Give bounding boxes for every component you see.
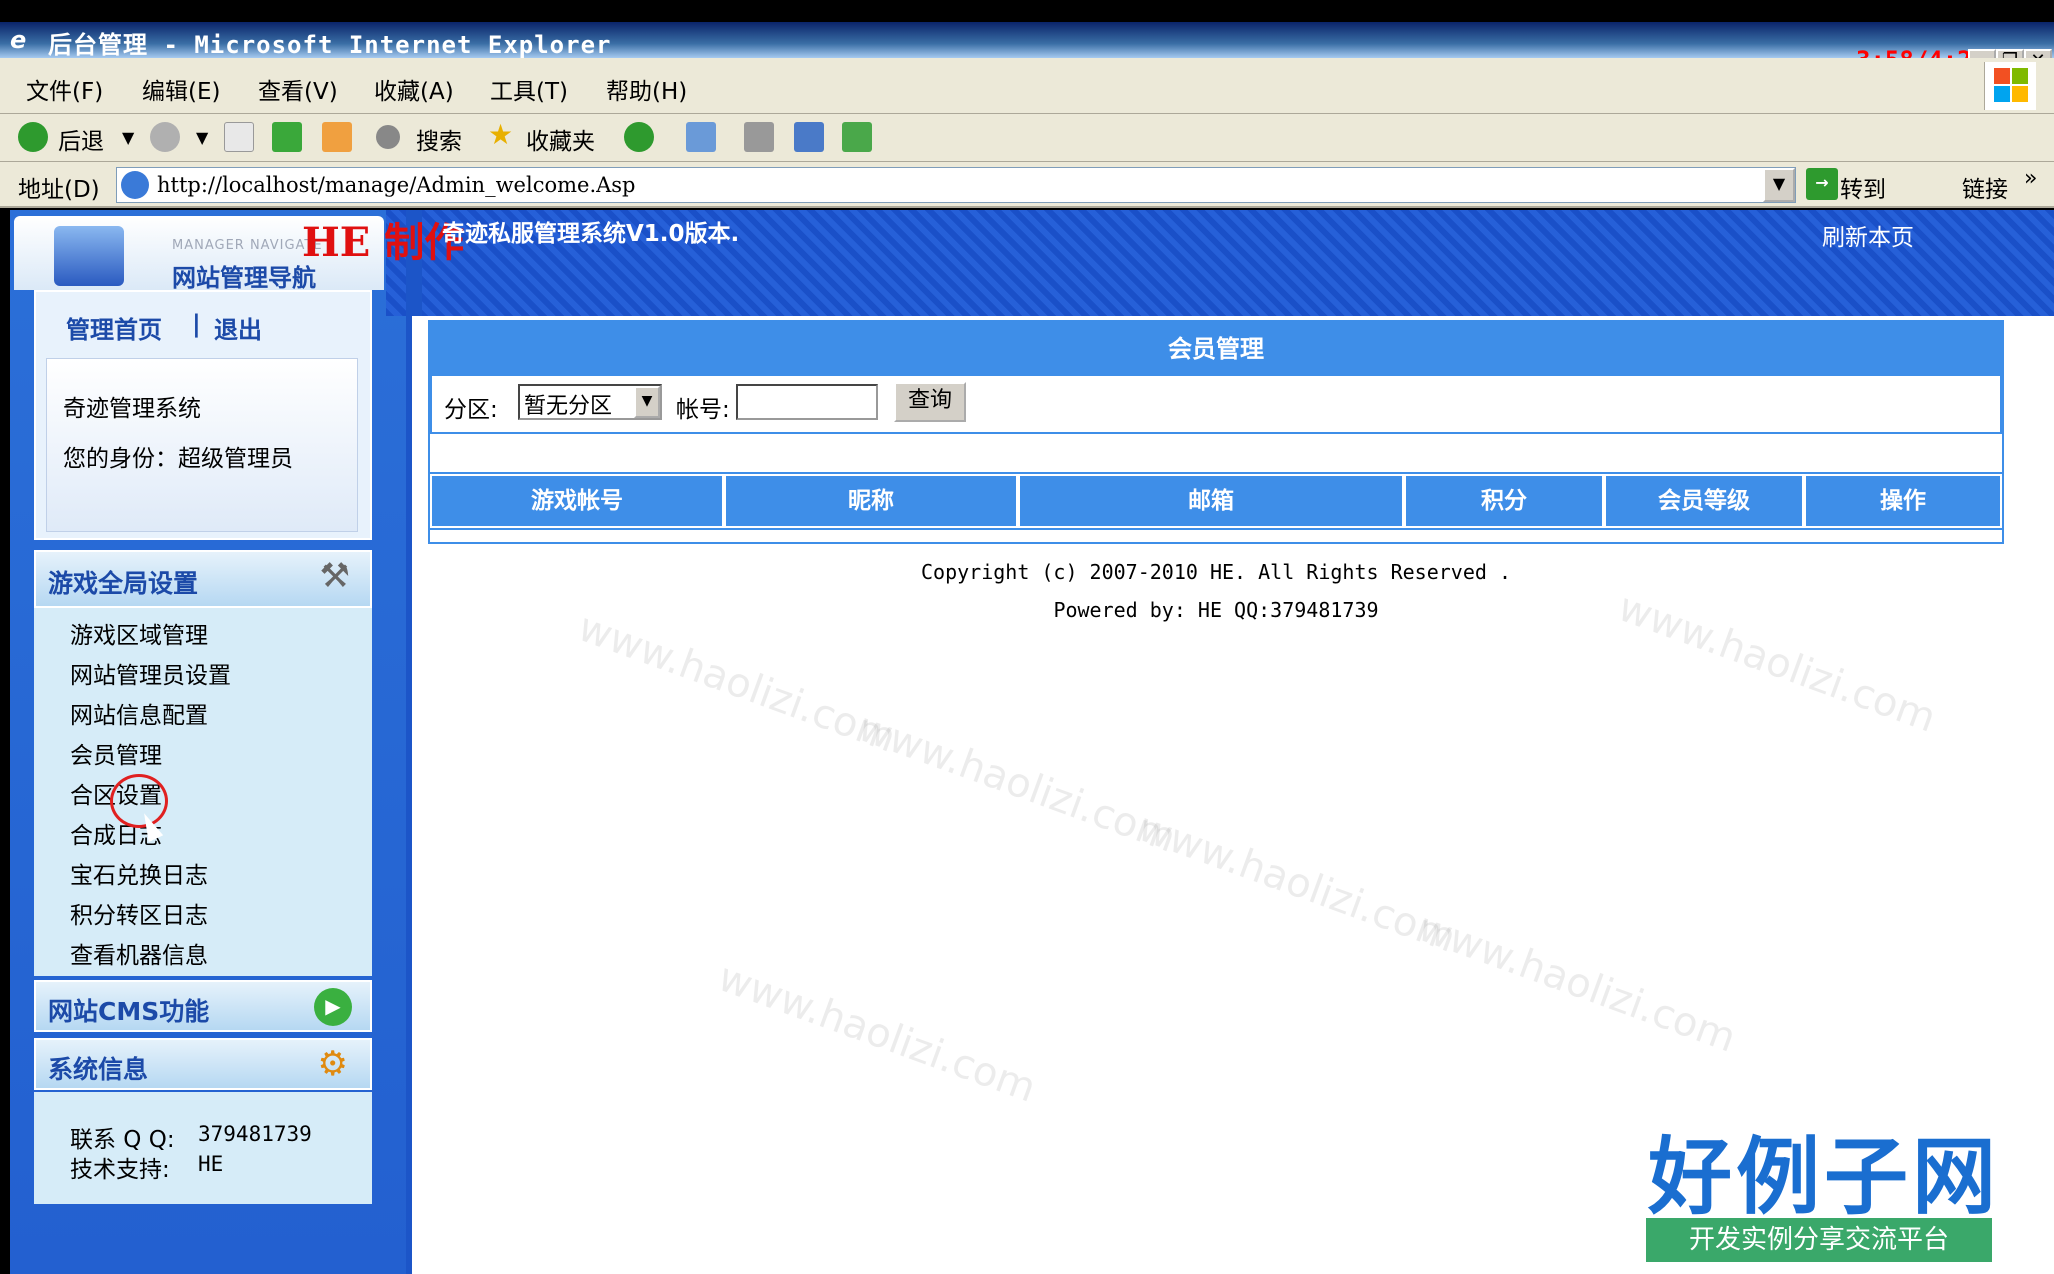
- nav-item-admin-settings[interactable]: 网站管理员设置: [70, 656, 231, 690]
- search-button[interactable]: 搜索: [416, 122, 462, 156]
- separator: |: [192, 310, 201, 338]
- computer-icon: [54, 226, 124, 286]
- address-label: 地址(D): [18, 177, 100, 203]
- address-input[interactable]: http://localhost/manage/Admin_welcome.As…: [116, 167, 1796, 203]
- star-icon[interactable]: ★: [488, 118, 513, 151]
- col-points: 积分: [1404, 474, 1604, 528]
- he-overlay: HE 制作: [302, 219, 465, 266]
- forward-arrow-icon[interactable]: [150, 122, 180, 152]
- qq-value: 379481739: [198, 1122, 312, 1146]
- mail-icon[interactable]: [686, 122, 716, 152]
- account-label: 帐号:: [676, 397, 730, 423]
- col-email: 邮箱: [1018, 474, 1404, 528]
- nav-item-zone-manage[interactable]: 游戏区域管理: [70, 616, 208, 650]
- search-icon[interactable]: [376, 125, 400, 149]
- nav-item-points-transfer-log[interactable]: 积分转区日志: [70, 896, 208, 930]
- nav-item-member-manage[interactable]: 会员管理: [70, 736, 162, 770]
- qq-label: 联系 Q Q:: [70, 1127, 175, 1153]
- gear-icon: ⚙: [317, 1044, 348, 1084]
- home-icon[interactable]: [322, 122, 352, 152]
- back-arrow-icon[interactable]: [18, 122, 48, 152]
- back-dropdown-icon[interactable]: ▼: [122, 128, 134, 147]
- back-button[interactable]: 后退: [58, 122, 104, 156]
- nav-subtitle: MANAGER NAVIGATE: [172, 238, 323, 253]
- edit-icon[interactable]: [794, 122, 824, 152]
- menu-view[interactable]: 查看(V): [258, 72, 338, 106]
- print-icon[interactable]: [744, 122, 774, 152]
- section-cms-title: 网站CMS功能: [48, 997, 210, 1026]
- section-game-settings[interactable]: 游戏全局设置 ⚒: [34, 550, 372, 608]
- nav-title: 网站管理导航: [172, 264, 316, 292]
- col-member-level: 会员等级: [1604, 474, 1804, 528]
- page-content: MANAGER NAVIGATE 网站管理导航 HE 制作 奇迹私服管理系统V1…: [10, 210, 2054, 1274]
- logout-link[interactable]: 退出: [214, 310, 262, 345]
- user-info: 奇迹管理系统 您的身份：超级管理员: [46, 358, 358, 532]
- section-cms[interactable]: 网站CMS功能 ▶: [34, 980, 372, 1032]
- section-game-settings-title: 游戏全局设置: [48, 569, 199, 598]
- panel-title: 会员管理: [430, 322, 2002, 376]
- play-icon: ▶: [314, 988, 352, 1026]
- user-identity: 您的身份：超级管理员: [63, 446, 293, 472]
- powered-text: Powered by: HE QQ:379481739: [1053, 598, 1379, 622]
- address-url: http://localhost/manage/Admin_welcome.As…: [157, 173, 636, 197]
- search-row: 分区: 暂无分区 ▼ 帐号: 查询: [430, 376, 2002, 434]
- menu-tools[interactable]: 工具(T): [490, 72, 568, 106]
- nav-item-machine-info[interactable]: 查看机器信息: [70, 936, 208, 970]
- chevron-down-icon[interactable]: ▼: [634, 386, 660, 418]
- zone-label: 分区:: [444, 397, 498, 423]
- menu-help[interactable]: 帮助(H): [606, 72, 687, 106]
- windows-logo-icon: [1984, 62, 2036, 110]
- chevron-icon[interactable]: »: [2024, 166, 2037, 191]
- favorites-button[interactable]: 收藏夹: [526, 122, 595, 156]
- menubar: 文件(F) 编辑(E) 查看(V) 收藏(A) 工具(T) 帮助(H): [0, 58, 2054, 114]
- section-system-info-title: 系统信息: [48, 1055, 149, 1084]
- results-table-header: 游戏帐号 昵称 邮箱 积分 会员等级 操作: [430, 474, 2002, 528]
- nav-item-gem-log[interactable]: 宝石兑换日志: [70, 856, 208, 890]
- address-dropdown-icon[interactable]: ▼: [1763, 168, 1795, 202]
- menu-edit[interactable]: 编辑(E): [142, 72, 220, 106]
- account-input[interactable]: [736, 384, 878, 420]
- copyright-text: Copyright (c) 2007-2010 HE. All Rights R…: [920, 560, 1511, 584]
- section-system-info[interactable]: 系统信息 ⚙: [34, 1038, 372, 1090]
- brand-slogan: 开发实例分享交流平台: [1646, 1218, 1992, 1262]
- window-titlebar: e 后台管理 - Microsoft Internet Explorer 3:5…: [0, 22, 2054, 75]
- col-nickname: 昵称: [724, 474, 1018, 528]
- nav-item-site-config[interactable]: 网站信息配置: [70, 696, 208, 730]
- zone-select[interactable]: 暂无分区 ▼: [518, 384, 662, 420]
- links-button[interactable]: 链接: [1962, 170, 2008, 204]
- toolbar: 后退 ▼ ▼ 搜索 ★ 收藏夹: [0, 114, 2054, 162]
- user-box: 管理首页 | 退出 奇迹管理系统 您的身份：超级管理员: [34, 290, 372, 540]
- section-game-settings-list: 游戏区域管理 网站管理员设置 网站信息配置 会员管理 合区设置 合成日志 宝石兑…: [34, 608, 372, 976]
- stop-icon[interactable]: [224, 122, 254, 152]
- refresh-link[interactable]: 刷新本页: [1822, 218, 1914, 252]
- system-info-body: 联系 Q Q: 379481739 技术支持: HE: [34, 1092, 372, 1204]
- system-title: 奇迹私服管理系统V1.0版本.: [442, 221, 740, 247]
- system-name: 奇迹管理系统: [63, 396, 201, 422]
- forward-dropdown-icon[interactable]: ▼: [196, 128, 208, 147]
- address-bar: 地址(D) http://localhost/manage/Admin_welc…: [0, 162, 2054, 208]
- refresh-icon[interactable]: [272, 122, 302, 152]
- tools-icon: ⚒: [319, 556, 350, 596]
- brand-logo: 好例子网: [1648, 1128, 2001, 1226]
- go-arrow-icon[interactable]: →: [1806, 168, 1838, 200]
- support-value: HE: [198, 1152, 224, 1176]
- col-game-account: 游戏帐号: [430, 474, 724, 528]
- support-label: 技术支持:: [70, 1157, 170, 1183]
- media-icon[interactable]: [624, 122, 654, 152]
- page-icon: [121, 171, 149, 199]
- query-button[interactable]: 查询: [894, 382, 966, 422]
- zone-select-value: 暂无分区: [524, 394, 613, 419]
- messenger-icon[interactable]: [842, 122, 872, 152]
- ie-icon: e: [10, 26, 27, 54]
- home-link[interactable]: 管理首页: [66, 310, 162, 345]
- menu-file[interactable]: 文件(F): [26, 72, 103, 106]
- col-actions: 操作: [1804, 474, 2002, 528]
- go-button[interactable]: 转到: [1840, 170, 1886, 204]
- window-title: 后台管理 - Microsoft Internet Explorer: [48, 31, 612, 59]
- menu-favorites[interactable]: 收藏(A): [374, 72, 454, 106]
